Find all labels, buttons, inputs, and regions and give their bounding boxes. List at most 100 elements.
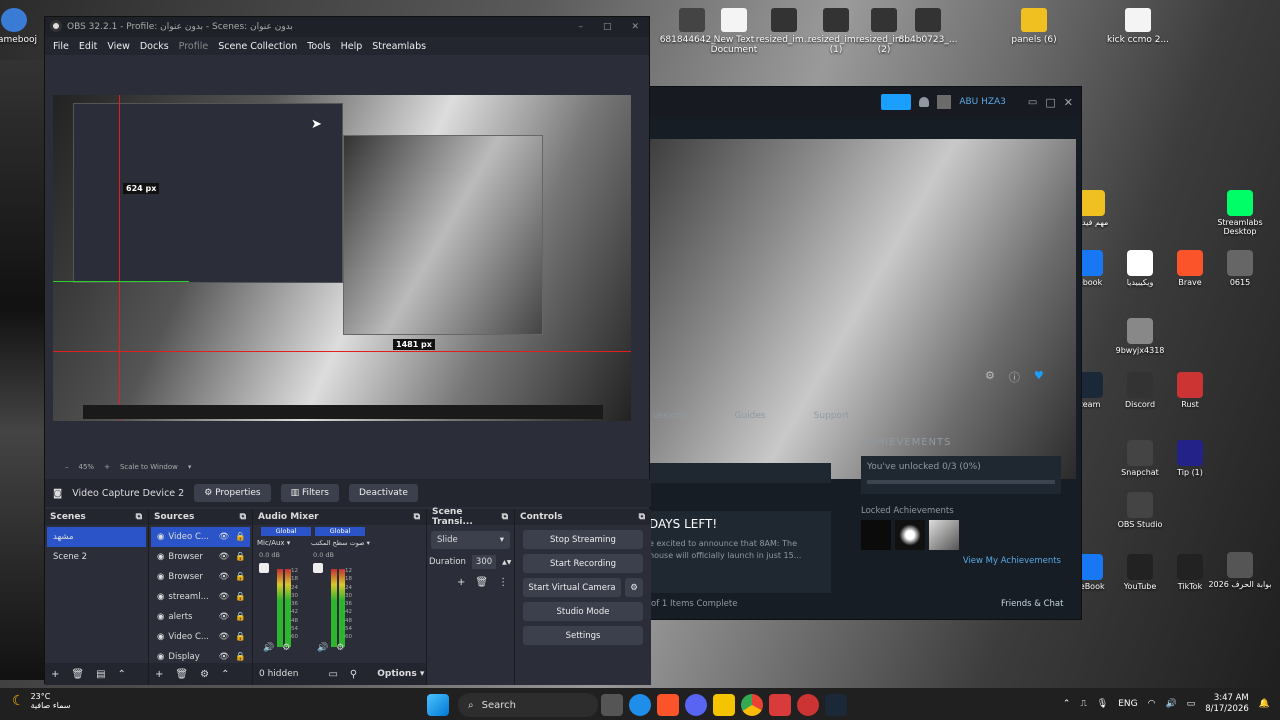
menu-tools[interactable]: Tools — [307, 41, 330, 52]
obs-window[interactable]: OBS 32.2.1 - Profile: بدون عنوان - Scene… — [44, 16, 651, 685]
source-item[interactable]: ◉ Browser 👁 🔒 — [151, 567, 250, 587]
options-button[interactable]: Options ▾ — [377, 669, 424, 679]
view-achievements-link[interactable]: View My Achievements — [861, 556, 1061, 566]
notification-icon[interactable]: 🔔 — [1259, 699, 1270, 709]
chevron-up-icon[interactable]: ⌃ — [118, 669, 126, 680]
app-icon[interactable] — [769, 694, 791, 716]
desktop-icon[interactable]: Streamlabs Desktop — [1208, 190, 1272, 237]
menu-edit[interactable]: Edit — [79, 41, 97, 52]
minimize-icon[interactable]: ▭ — [1028, 97, 1037, 108]
rust-icon[interactable] — [797, 694, 819, 716]
trash-icon[interactable]: 🗑 — [475, 577, 488, 588]
menu-streamlabs[interactable]: Streamlabs — [372, 41, 426, 52]
lock-icon[interactable]: 🔒 — [235, 572, 246, 582]
desktop-icon[interactable]: بوابة الحرف 2026 — [1208, 552, 1272, 590]
weather-widget[interactable]: ☾ 23°C سماء صافية — [12, 692, 70, 710]
add-source-icon[interactable]: + — [155, 669, 163, 680]
bell-icon[interactable] — [919, 97, 930, 107]
lock-icon[interactable]: 🔒 — [235, 552, 246, 562]
achievement-thumb[interactable] — [895, 520, 925, 550]
eye-icon[interactable]: 👁 — [219, 612, 230, 622]
steam-username[interactable]: ABU HZA3 — [959, 97, 1006, 107]
eye-icon[interactable]: 👁 — [219, 652, 230, 662]
speaker-icon[interactable]: 🔊 — [263, 643, 274, 653]
discord-icon[interactable] — [685, 694, 707, 716]
gear-icon[interactable]: ⚙ — [282, 643, 290, 653]
eye-icon[interactable]: 👁 — [219, 592, 230, 602]
scene-item[interactable]: مشهد — [47, 527, 146, 547]
volume-slider-handle[interactable] — [313, 563, 323, 573]
desktop-icon[interactable]: Tip (1) — [1158, 440, 1222, 478]
lock-icon[interactable]: 🔒 — [235, 532, 246, 542]
properties-button[interactable]: ⚙ Properties — [194, 484, 271, 502]
steam-window[interactable]: ABU HZA3 ▭ □ ✕ ⚙ ⓘ ♥ ussions Guides Supp… — [640, 86, 1082, 620]
speaker-icon[interactable]: 🔊 — [317, 643, 328, 653]
volume-slider-handle[interactable] — [259, 563, 269, 573]
layout-icon[interactable]: ▭ — [328, 669, 337, 680]
battery-icon[interactable]: ▭ — [1187, 699, 1196, 709]
add-transition-icon[interactable]: + — [457, 577, 465, 588]
undock-icon[interactable]: ⧉ — [414, 512, 420, 522]
clock[interactable]: 3:47 AM 8/17/2026 — [1205, 693, 1249, 715]
chevron-up-icon[interactable]: ⌃ — [221, 669, 229, 680]
desktop-icon[interactable]: 8b4b0723_... — [892, 8, 964, 45]
zoom-mode-select[interactable]: Scale to Window — [120, 463, 178, 471]
undock-icon[interactable]: ⧉ — [502, 512, 508, 522]
eye-icon[interactable]: 👁 — [219, 632, 230, 642]
filters-button[interactable]: ▥ Filters — [280, 484, 339, 502]
language-indicator[interactable]: ENG — [1118, 699, 1137, 709]
minimize-icon[interactable]: – — [578, 22, 583, 32]
chevron-down-icon[interactable]: ▾ — [188, 463, 192, 471]
task-view-icon[interactable] — [601, 694, 623, 716]
eye-icon[interactable]: 👁 — [219, 532, 230, 542]
lock-icon[interactable]: 🔒 — [235, 652, 246, 662]
menu-docks[interactable]: Docks — [140, 41, 169, 52]
trash-icon[interactable]: 🗑 — [71, 669, 84, 680]
edge-icon[interactable] — [629, 694, 651, 716]
tab-support[interactable]: Support — [814, 411, 850, 421]
chrome-icon[interactable] — [741, 694, 763, 716]
brave-icon[interactable] — [657, 694, 679, 716]
avatar[interactable] — [937, 95, 952, 109]
more-icon[interactable]: ⋮ — [498, 577, 508, 588]
gear-icon[interactable]: ⚙ — [200, 669, 209, 680]
desktop-icon[interactable]: panels (6) — [998, 8, 1070, 45]
usb-icon[interactable]: ⎍ — [1080, 699, 1086, 709]
taskbar-search[interactable]: ⌕ Search — [458, 693, 598, 717]
gear-icon[interactable]: ⚙ — [336, 643, 344, 653]
trash-icon[interactable]: 🗑 — [175, 669, 188, 680]
start-recording-button[interactable]: Start Recording — [523, 554, 643, 573]
eye-icon[interactable]: 👁 — [219, 552, 230, 562]
menu-scene-collection[interactable]: Scene Collection — [218, 41, 297, 52]
settings-button[interactable]: Settings — [523, 626, 643, 645]
transition-type-select[interactable]: Slide ▾ — [431, 531, 510, 549]
obs-preview-canvas[interactable]: 624 px 1481 px ➤ — [53, 95, 631, 421]
heart-icon[interactable]: ♥ — [1034, 369, 1044, 385]
menu-file[interactable]: File — [53, 41, 69, 52]
info-icon[interactable]: ⓘ — [1009, 369, 1020, 385]
desktop-icon[interactable]: 0615 — [1208, 250, 1272, 288]
friends-chat-button[interactable]: Friends & Chat — [1001, 599, 1063, 609]
deactivate-button[interactable]: Deactivate — [348, 484, 418, 502]
stepper-icon[interactable]: ▲▼ — [502, 559, 511, 566]
menu-help[interactable]: Help — [341, 41, 363, 52]
tab-discussions[interactable]: ussions — [653, 411, 686, 421]
studio-mode-button[interactable]: Studio Mode — [523, 602, 643, 621]
desktop-icon[interactable]: OBS Studio — [1108, 492, 1172, 530]
maximize-icon[interactable]: □ — [1045, 96, 1055, 109]
achievement-thumb[interactable] — [929, 520, 959, 550]
source-item[interactable]: ◉ Video C... 👁 🔒 — [151, 527, 250, 547]
desktop-icon[interactable]: kick ccmo 2... — [1102, 8, 1174, 45]
undock-icon[interactable]: ⧉ — [639, 512, 645, 522]
gear-icon[interactable]: ⚙ — [625, 578, 643, 597]
lock-icon[interactable]: 🔒 — [235, 612, 246, 622]
desktop-icon[interactable]: 9bwyjx4318 — [1108, 318, 1172, 356]
zoom-in-icon[interactable]: + — [104, 463, 110, 471]
chevron-up-icon[interactable]: ⌃ — [1063, 699, 1071, 709]
close-icon[interactable]: ✕ — [1064, 96, 1073, 109]
duration-input[interactable]: 300 — [471, 555, 497, 569]
gear-icon[interactable]: ⚙ — [985, 369, 995, 385]
add-scene-icon[interactable]: + — [51, 669, 59, 680]
news-card[interactable]: DAYS LEFT! e excited to announce that 8A… — [641, 511, 831, 593]
menu-profile[interactable]: Profile — [179, 41, 209, 52]
